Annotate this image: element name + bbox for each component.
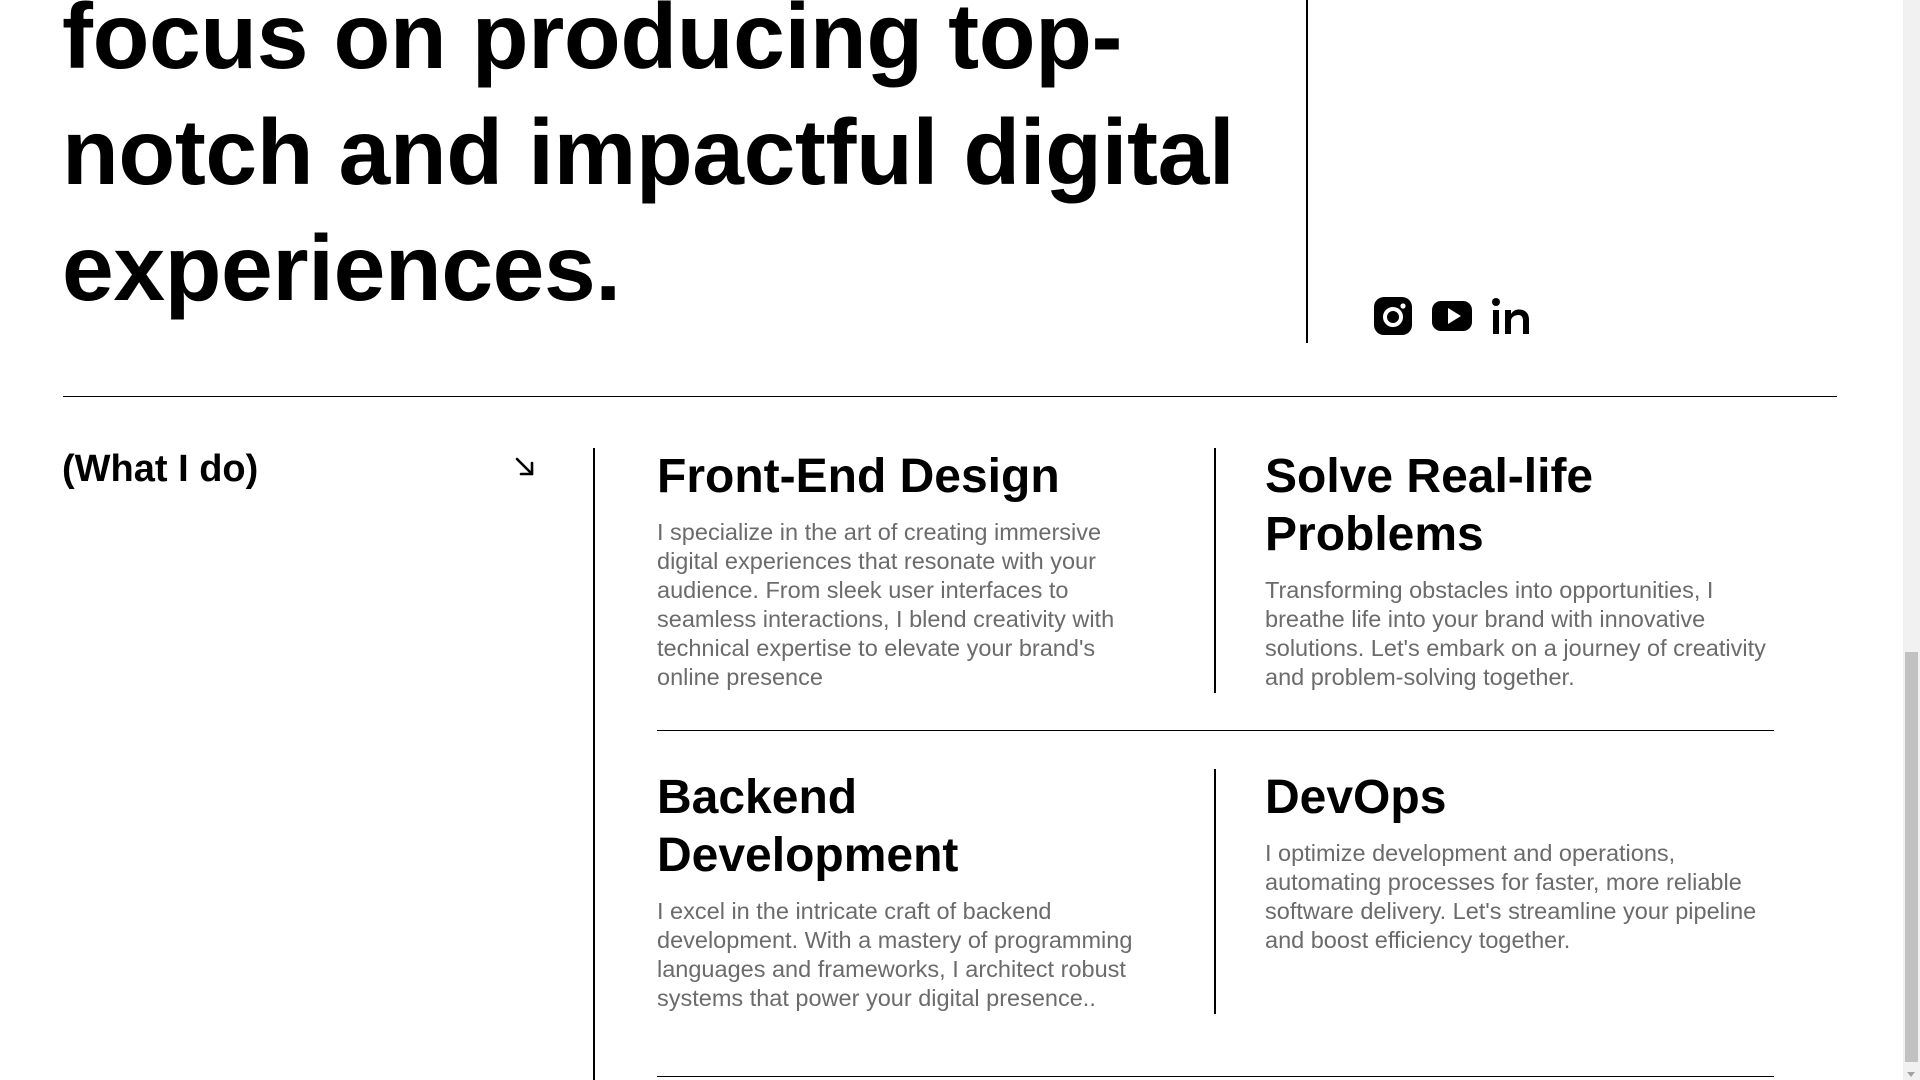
youtube-icon[interactable] — [1431, 295, 1473, 337]
service-description: I excel in the intricate craft of backen… — [657, 898, 1133, 1011]
service-card-devops: DevOps I optimize development and operat… — [1265, 769, 1785, 955]
scroll-down-arrow-icon[interactable] — [1907, 1072, 1915, 1077]
row-divider — [657, 1076, 1774, 1077]
row-divider — [657, 730, 1774, 731]
section-divider — [63, 396, 1837, 397]
hero-heading: focus on producing top-notch and impactf… — [62, 0, 1235, 320]
service-description: I optimize development and operations, a… — [1265, 840, 1757, 953]
service-title: Solve Real-life Problems — [1265, 450, 1594, 561]
service-card-backend: Backend Development I excel in the intri… — [657, 769, 1157, 1013]
service-card-problem-solving: Solve Real-life Problems Transforming ob… — [1265, 448, 1785, 692]
card-divider — [1214, 769, 1216, 1014]
what-i-do-label: (What I do) — [62, 448, 259, 490]
service-title: Backend Development — [657, 771, 959, 882]
scrollbar-thumb[interactable] — [1905, 652, 1918, 1062]
instagram-icon[interactable] — [1372, 295, 1414, 337]
hero-divider — [1306, 0, 1308, 343]
service-title: Front-End Design — [657, 450, 1060, 503]
social-links — [1372, 295, 1532, 337]
arrow-down-right-icon — [513, 455, 537, 479]
service-description: Transforming obstacles into opportunitie… — [1265, 577, 1766, 690]
linkedin-icon[interactable] — [1490, 295, 1532, 337]
service-title: DevOps — [1265, 771, 1447, 824]
service-description: I specialize in the art of creating imme… — [657, 519, 1115, 690]
service-card-front-end: Front-End Design I specialize in the art… — [657, 448, 1157, 692]
column-divider — [593, 448, 595, 1080]
vertical-scrollbar[interactable] — [1903, 0, 1920, 1080]
card-divider — [1214, 448, 1216, 693]
